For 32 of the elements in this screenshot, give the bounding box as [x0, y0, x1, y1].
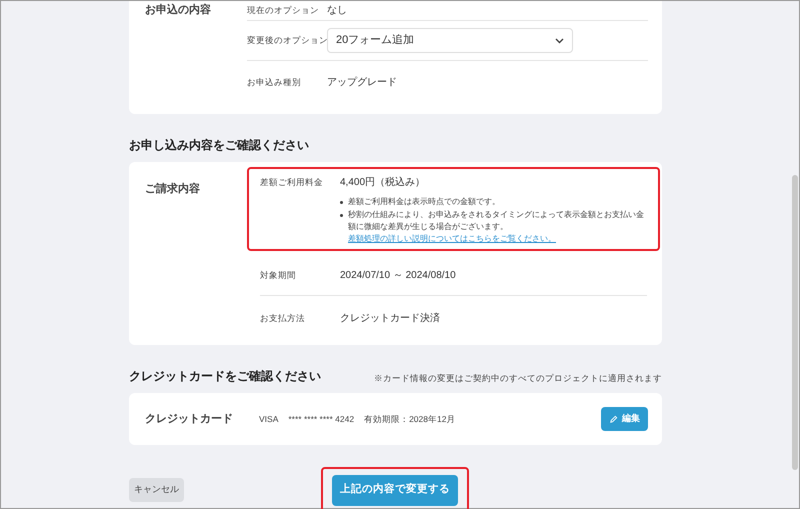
section-heading: クレジットカードをご確認ください	[129, 368, 321, 385]
chevron-down-icon	[555, 38, 564, 44]
help-link[interactable]: 差額処理の詳しい説明についてはこちらをご覧ください。	[348, 234, 556, 243]
note-text: 秒割の仕組みにより、お申込みをされるタイミングによって表示金額とお支払い金額に微細な差異が生じる場合がございます。 差額処理の詳しい説明についてはこちらをご覧ください。	[348, 209, 645, 245]
field-value: アップグレード	[327, 76, 397, 90]
field-label: お申込み種別	[247, 76, 302, 89]
field-label: 変更後のオプション	[247, 34, 327, 47]
field-value: 4,400円（税込み）	[340, 176, 426, 190]
field-label: 対象期間	[260, 268, 297, 282]
note-text: 差額ご利用料金は表示時点での金額です。	[348, 196, 500, 208]
submit-button[interactable]: 上記の内容で変更する	[332, 474, 458, 506]
pencil-icon	[609, 414, 618, 424]
field-label: 差額ご利用料金	[260, 176, 324, 189]
cancel-button[interactable]: キャンセル	[129, 478, 184, 502]
bullet-icon	[340, 200, 343, 204]
section-label: ご請求内容	[144, 182, 201, 197]
section-label: クレジットカード	[145, 412, 234, 427]
field-value: クレジットカード決済	[340, 312, 440, 326]
scrollbar[interactable]	[792, 175, 798, 470]
field-label: お支払方法	[260, 312, 306, 324]
field-label: 現在のオプション	[247, 4, 320, 16]
field-value: 2024/07/10 ～ 2024/08/10	[340, 268, 456, 282]
card-expiry: 有効期限：2028年12月	[364, 412, 456, 426]
card-number: **** **** **** 4242	[288, 412, 354, 426]
field-value: なし	[327, 4, 347, 18]
section-heading: お申し込み内容をご確認ください	[129, 137, 310, 154]
section-label: お申込の内容	[144, 2, 212, 18]
card-note: ※カード情報の変更はご契約中のすべてのプロジェクトに適用されます	[374, 372, 662, 385]
card-brand: VISA	[259, 412, 278, 426]
edit-button[interactable]: 編集	[601, 407, 648, 431]
option-dropdown[interactable]: 20フォーム追加	[327, 28, 573, 53]
bullet-icon	[340, 214, 343, 216]
